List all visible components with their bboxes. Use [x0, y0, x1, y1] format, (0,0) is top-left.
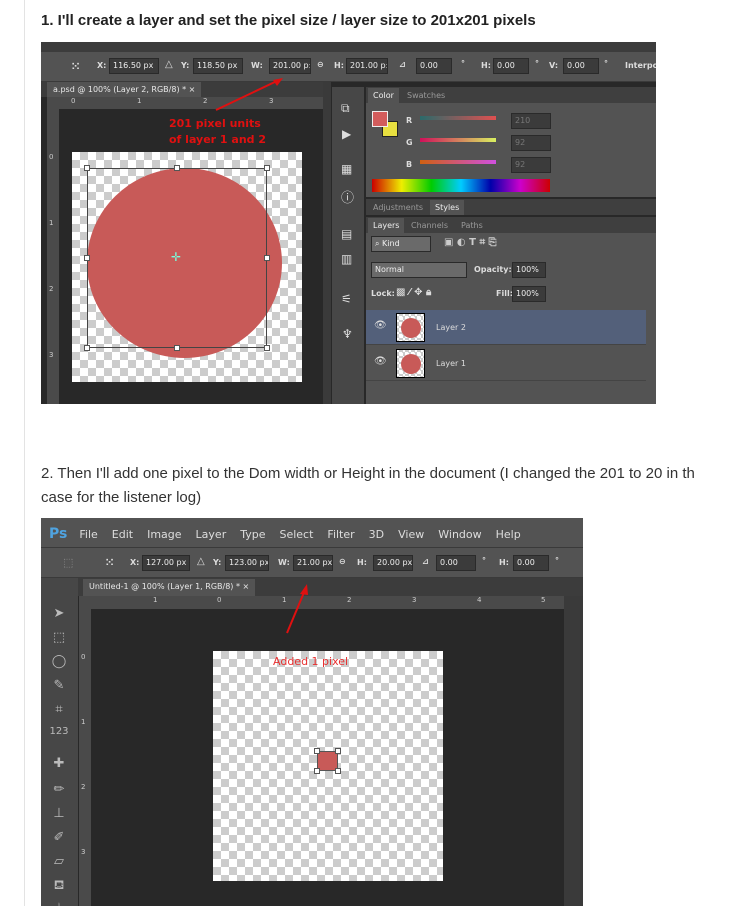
green-slider[interactable] [420, 138, 496, 142]
annotation-text: Added 1 pixel [273, 655, 349, 668]
screenshot-1: ⁙ X: 116.50 px △ Y: 118.50 px W: 201.00 … [41, 42, 656, 404]
tab-swatches[interactable]: Swatches [402, 88, 450, 103]
tab-adjustments[interactable]: Adjustments [368, 200, 428, 215]
tool-presets-icon[interactable]: ♆ [342, 327, 353, 341]
opacity-field[interactable]: 100% [512, 262, 546, 278]
eraser-tool-icon[interactable]: ▱ [49, 854, 69, 874]
vertical-scrollbar[interactable] [564, 596, 583, 906]
blue-slider[interactable] [420, 160, 496, 164]
foreground-color-swatch[interactable] [372, 111, 388, 127]
annotation-arrow [286, 584, 308, 634]
screenshot-2: Ps File Edit Image Layer Type Select Filter 3D Vi… [41, 518, 583, 906]
angle-field[interactable]: 0.00 [416, 58, 452, 74]
tab-channels[interactable]: Channels [406, 218, 453, 233]
green-value[interactable]: 92 [511, 135, 551, 151]
step-2-line-1: 2. Then I'll add one pixel to the Dom wi… [41, 465, 695, 482]
tab-color[interactable]: Color [368, 88, 399, 103]
red-slider[interactable] [420, 116, 496, 120]
interpolation-label[interactable]: Interpo [625, 61, 656, 70]
h-skew-field[interactable]: 0.00 [493, 58, 529, 74]
layers-panel: Layers Channels Paths ⌕ Kind ▣ ◐ T ⌗ ⎘ N… [366, 217, 656, 404]
height-field[interactable]: 201.00 p: [346, 58, 388, 74]
filter-icons[interactable]: ▣ ◐ T ⌗ ⎘ [444, 237, 497, 248]
visibility-eye-icon[interactable]: 👁︎ [374, 320, 387, 331]
color-spectrum[interactable] [372, 179, 550, 192]
properties-icon[interactable]: ▦ [341, 162, 352, 176]
content-border [24, 0, 25, 906]
color-panel: Color Swatches R 210 G 92 B 92 [366, 87, 656, 197]
step-2-line-2: case for the listener log) [41, 489, 202, 506]
stamp-tool-icon[interactable]: ⊥ [49, 806, 69, 826]
notes-icon[interactable]: ▥ [341, 252, 352, 266]
tab-paths[interactable]: Paths [456, 218, 488, 233]
brush-tool-icon[interactable]: ✏ [49, 782, 69, 802]
layer-name: Layer 2 [436, 323, 466, 332]
paint-bucket-icon[interactable]: ⛾ [49, 878, 69, 898]
icon-dock: ⧉ ▶ ▦ ⓘ ▤ ▥ ⚟ ♆ [332, 87, 364, 404]
visibility-eye-icon[interactable]: 👁︎ [374, 356, 387, 367]
blend-mode-select[interactable]: Normal [371, 262, 467, 278]
crop-tool-icon[interactable]: ⌗ [49, 702, 69, 722]
quick-selection-tool-icon[interactable]: ✎ [49, 678, 69, 698]
kind-filter[interactable]: ⌕ Kind [371, 236, 431, 252]
document-canvas[interactable]: ✛ [72, 152, 302, 382]
layer-name: Layer 1 [436, 359, 466, 368]
angle-icon: ⊿ [399, 60, 406, 69]
layer-thumbnail [396, 349, 425, 378]
document-canvas[interactable]: Added 1 pixel [213, 651, 443, 881]
lock-icons[interactable]: ▩ ⁄ ✥ 🔒︎ [396, 287, 431, 298]
info-icon[interactable]: ⓘ [341, 187, 354, 206]
tab-styles[interactable]: Styles [430, 200, 465, 215]
layer-row[interactable]: 👁︎ Layer 2 [366, 310, 646, 345]
history-icon[interactable]: ⧉ [341, 101, 350, 116]
red-value[interactable]: 210 [511, 113, 551, 129]
fill-field[interactable]: 100% [512, 286, 546, 302]
tab-layers[interactable]: Layers [368, 218, 405, 233]
blue-value[interactable]: 92 [511, 157, 551, 173]
count-tool-icon[interactable]: 123 [49, 726, 69, 746]
blur-tool-icon[interactable]: 💧︎ [49, 900, 69, 906]
paragraph-icon[interactable]: ▤ [341, 227, 352, 241]
step-1-heading: 1. I'll create a layer and set the pixel… [41, 12, 536, 29]
brush-presets-icon[interactable]: ⚟ [341, 292, 352, 306]
layer-row[interactable]: 👁︎ Layer 1 [366, 346, 646, 381]
crosshair-icon: ✛ [171, 250, 182, 264]
actions-play-icon[interactable]: ▶ [342, 127, 351, 141]
healing-brush-icon[interactable]: ✚ [49, 756, 69, 776]
vertical-ruler: 0123 [47, 109, 59, 404]
v-skew-field[interactable]: 0.00 [563, 58, 599, 74]
annotation-arrow [215, 78, 283, 111]
layer-thumbnail [396, 313, 425, 342]
history-brush-icon[interactable]: ✐ [49, 830, 69, 850]
